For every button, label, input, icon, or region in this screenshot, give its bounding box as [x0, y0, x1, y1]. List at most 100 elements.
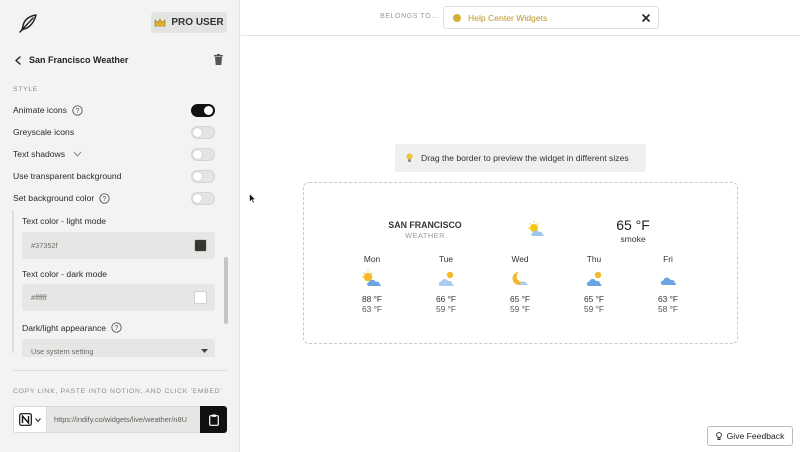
crescent-moon-cloud-icon	[512, 272, 528, 285]
background-color-toggle[interactable]	[191, 192, 215, 205]
lightbulb-icon	[715, 431, 722, 440]
chevron-down-icon[interactable]	[73, 151, 82, 157]
divider	[13, 370, 227, 371]
partly-sunny-icon	[362, 270, 382, 286]
help-icon[interactable]: ?	[99, 192, 110, 204]
day-low: 59 °F	[509, 304, 531, 314]
day-low: 63 °F	[361, 304, 383, 314]
toggle-knob	[193, 128, 202, 137]
day-low: 59 °F	[583, 304, 605, 314]
day-name: Thu	[586, 254, 602, 264]
notion-icon	[19, 413, 32, 426]
feather-logo-icon[interactable]	[18, 13, 38, 33]
crown-icon	[155, 18, 166, 27]
text-color-light-value: #37352f	[31, 241, 58, 250]
day-name: Wed	[511, 254, 529, 264]
option-label: Use transparent background	[13, 171, 122, 181]
pro-user-badge[interactable]: PRO USER	[151, 12, 227, 33]
text-color-light-field[interactable]: #37352f	[22, 232, 215, 259]
widget-title: San Francisco Weather	[29, 55, 129, 65]
trash-icon[interactable]	[214, 54, 223, 65]
day-low: 58 °F	[657, 304, 679, 314]
greyscale-icons-toggle[interactable]	[191, 126, 215, 139]
weather-city: SAN FRANCISCO	[388, 220, 462, 230]
option-text-shadows: Text shadows	[13, 146, 215, 162]
option-animate-icons: Animate icons ?	[13, 102, 215, 118]
copy-link-heading: COPY LINK, PASTE INTO NOTION, AND CLICK …	[13, 388, 223, 395]
settings-sidebar: PRO USER San Francisco Weather STYLE Ani…	[0, 0, 240, 452]
appearance-select[interactable]: Use system setting	[22, 339, 215, 357]
cloud-icon	[660, 277, 677, 285]
current-condition: smoke	[620, 234, 646, 244]
collection-selector[interactable]: Help Center Widgets	[443, 6, 659, 29]
toggle-knob	[193, 150, 202, 159]
svg-text:?: ?	[115, 325, 119, 332]
text-color-light-label: Text color - light mode	[22, 216, 107, 226]
toggle-knob	[204, 106, 213, 115]
forecast-day: Tue 66 °F 59 °F	[416, 254, 476, 314]
forecast-day: Wed 65 °F 59 °F	[490, 254, 550, 314]
forecast-day: Mon 88 °F 63 °F	[342, 254, 402, 314]
text-shadows-toggle[interactable]	[191, 148, 215, 161]
give-feedback-button[interactable]: Give Feedback	[707, 426, 793, 446]
day-high: 66 °F	[435, 294, 457, 304]
help-icon[interactable]: ?	[72, 104, 83, 116]
option-label: Animate icons	[13, 105, 67, 115]
close-icon[interactable]	[642, 14, 650, 22]
option-label: Text shadows	[13, 149, 66, 159]
back-to-widgets-link[interactable]: San Francisco Weather	[14, 52, 226, 68]
toggle-knob	[193, 194, 202, 203]
appearance-select-value: Use system setting	[31, 347, 94, 356]
style-section-heading: STYLE	[13, 86, 39, 93]
text-color-dark-value: #ffffff	[31, 293, 47, 302]
day-high: 65 °F	[509, 294, 531, 304]
appearance-label-text: Dark/light appearance	[22, 323, 107, 333]
mouse-cursor-icon	[249, 193, 256, 204]
forecast-day: Fri 63 °F 58 °F	[638, 254, 698, 314]
option-transparent-background: Use transparent background	[13, 168, 215, 184]
toggle-knob	[193, 172, 202, 181]
resize-hint-text: Drag the border to preview the widget in…	[421, 153, 629, 163]
animate-icons-toggle[interactable]	[191, 104, 215, 117]
text-color-dark-field[interactable]: #ffffff	[22, 284, 215, 311]
svg-text:?: ?	[76, 108, 80, 115]
svg-text:?: ?	[103, 196, 107, 203]
platform-select-button[interactable]	[13, 406, 47, 433]
chevron-left-icon	[15, 55, 21, 65]
option-background-color: Set background color ?	[13, 190, 215, 206]
collection-name: Help Center Widgets	[468, 13, 548, 23]
color-swatch-light[interactable]	[194, 239, 207, 252]
lightbulb-icon	[406, 153, 413, 162]
sidebar-scrollbar[interactable]	[224, 257, 228, 324]
dropdown-arrow-icon	[201, 349, 208, 353]
day-name: Fri	[663, 254, 673, 264]
pro-user-label: PRO USER	[171, 17, 224, 28]
day-high: 63 °F	[657, 294, 679, 304]
color-swatch-dark[interactable]	[194, 291, 207, 304]
embed-link-row: https://indify.co/widgets/live/weather/n…	[13, 406, 227, 433]
text-color-dark-label: Text color - dark mode	[22, 269, 108, 279]
day-high: 88 °F	[361, 294, 383, 304]
current-temperature: 65 °F	[616, 217, 650, 233]
day-low: 59 °F	[435, 304, 457, 314]
give-feedback-label: Give Feedback	[726, 431, 785, 441]
appearance-label: Dark/light appearance?	[22, 322, 122, 333]
cloud-with-sun-icon	[586, 271, 602, 286]
transparent-background-toggle[interactable]	[191, 170, 215, 183]
option-label: Greyscale icons	[13, 127, 75, 137]
option-label: Set background color	[13, 193, 95, 203]
copy-link-button[interactable]	[200, 406, 227, 433]
day-name: Mon	[363, 254, 381, 264]
nested-options-rule	[12, 210, 14, 353]
belongs-to-label: BELONGS TO...	[380, 13, 439, 20]
clipboard-icon	[208, 414, 219, 426]
help-icon[interactable]: ?	[111, 322, 122, 333]
day-name: Tue	[438, 254, 454, 264]
day-high: 65 °F	[583, 294, 605, 304]
collection-color-dot	[453, 14, 461, 22]
cloud-with-sun-icon	[438, 271, 454, 286]
weather-subtitle: WEATHER	[405, 231, 445, 240]
chevron-down-icon	[35, 417, 41, 422]
option-greyscale-icons: Greyscale icons	[13, 124, 215, 140]
embed-link-input[interactable]: https://indify.co/widgets/live/weather/n…	[47, 406, 200, 433]
